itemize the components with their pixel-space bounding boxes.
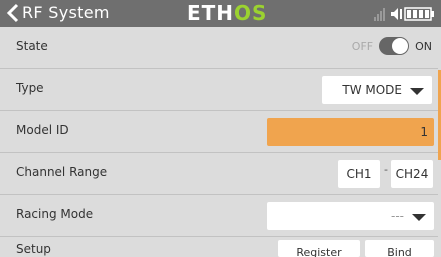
chevron-left-icon[interactable] xyxy=(6,3,20,23)
state-on-label: ON xyxy=(415,39,432,53)
state-row: State OFF ON xyxy=(0,27,438,69)
racing-mode-value: --- xyxy=(391,209,404,223)
battery-icon xyxy=(404,7,434,21)
type-label: Type xyxy=(16,81,44,95)
channel-end-field[interactable]: CH24 xyxy=(391,160,433,188)
speaker-icon xyxy=(391,8,402,20)
page-title: RF System xyxy=(22,3,110,22)
settings-list: State OFF ON Type TW MODE Model ID 1 Cha… xyxy=(0,27,438,237)
type-select[interactable]: TW MODE xyxy=(322,76,432,104)
logo-text-os: OS xyxy=(234,1,268,25)
register-button[interactable]: Register xyxy=(278,240,360,257)
channel-range-separator: - xyxy=(384,163,388,176)
state-toggle[interactable]: OFF ON xyxy=(352,37,432,55)
channel-end-value: CH24 xyxy=(395,167,429,181)
status-icons xyxy=(374,7,434,21)
state-off-label: OFF xyxy=(351,39,374,53)
channel-start-field[interactable]: CH1 xyxy=(338,160,380,188)
channel-range-row: Channel Range CH1 - CH24 xyxy=(0,153,438,195)
bind-button[interactable]: Bind xyxy=(365,240,434,257)
signal-icon xyxy=(374,8,385,21)
racing-mode-select[interactable]: --- xyxy=(267,202,434,230)
title-bar: RF System ETHOS xyxy=(0,0,441,27)
dropdown-arrow-icon xyxy=(410,88,424,95)
setup-label: Setup xyxy=(16,242,51,256)
type-value: TW MODE xyxy=(342,83,402,97)
model-id-label: Model ID xyxy=(16,123,69,137)
channel-range-label: Channel Range xyxy=(16,165,108,179)
model-id-field[interactable]: 1 xyxy=(267,118,434,146)
type-row: Type TW MODE xyxy=(0,69,438,111)
toggle-switch[interactable] xyxy=(379,37,410,55)
state-label: State xyxy=(16,39,48,53)
racing-mode-label: Racing Mode xyxy=(16,207,94,221)
dropdown-arrow-icon xyxy=(412,214,426,221)
model-id-row: Model ID 1 xyxy=(0,111,438,153)
racing-mode-row: Racing Mode --- xyxy=(0,195,438,237)
model-id-value: 1 xyxy=(420,125,428,139)
toggle-knob xyxy=(392,38,409,54)
logo-text-eth: ETH xyxy=(187,1,235,25)
ethos-logo: ETHOS xyxy=(187,1,267,25)
channel-start-value: CH1 xyxy=(346,167,372,181)
